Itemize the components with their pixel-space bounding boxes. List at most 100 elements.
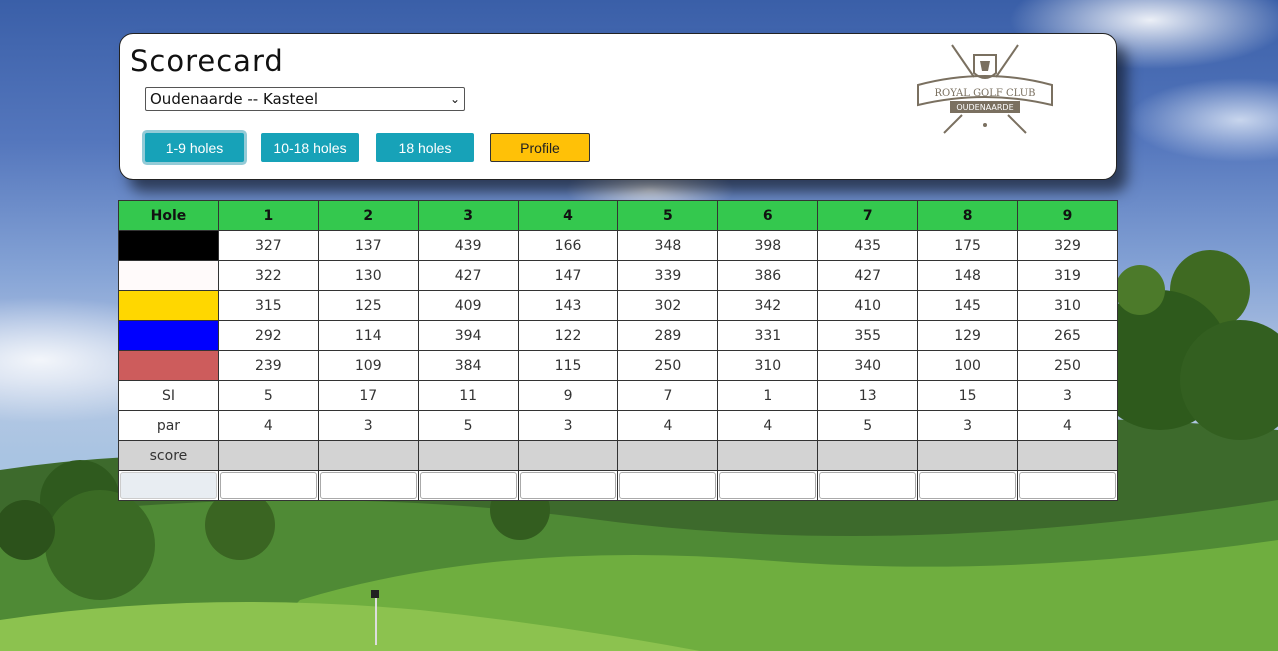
hole-score-input[interactable]	[719, 472, 817, 499]
hole-score-input[interactable]	[419, 472, 517, 499]
score-input-cell	[517, 470, 619, 501]
tee-distance-cell: 409	[417, 290, 519, 321]
tee-distance-cell: 115	[517, 350, 619, 381]
tee-distance-cell: 137	[317, 230, 419, 261]
tee-distance-cell: 410	[817, 290, 919, 321]
par-cell: 5	[817, 410, 919, 441]
hole-header-row: Hole 1 2 3 4 5 6 7 8 9	[118, 200, 1118, 231]
par-cell: 3	[917, 410, 1019, 441]
si-cell: 7	[617, 380, 719, 411]
score-input-cell	[1017, 470, 1118, 501]
si-cell: 17	[317, 380, 419, 411]
tee-distance-cell: 348	[617, 230, 719, 261]
score-cell	[917, 440, 1019, 471]
score-row: score	[118, 440, 1118, 471]
tee-distance-cell: 250	[1017, 350, 1118, 381]
score-label: score	[118, 440, 219, 471]
tee-distance-cell: 130	[317, 260, 419, 291]
tee-color-swatch	[118, 260, 219, 291]
svg-text:ROYAL GOLF CLUB: ROYAL GOLF CLUB	[934, 88, 1035, 99]
score-input-cell	[617, 470, 719, 501]
par-cell: 3	[517, 410, 619, 441]
tee-distance-cell: 439	[417, 230, 519, 261]
si-cell: 1	[717, 380, 819, 411]
tee-distance-cell: 143	[517, 290, 619, 321]
chevron-down-icon: ⌄	[449, 92, 460, 106]
hole-number: 2	[317, 200, 419, 231]
tee-distance-cell: 145	[917, 290, 1019, 321]
par-cell: 3	[317, 410, 419, 441]
tee-row: 322 130 427 147 339 386 427 148 319	[118, 260, 1118, 291]
score-input-cell	[917, 470, 1019, 501]
hole-number: 8	[917, 200, 1019, 231]
si-cell: 3	[1017, 380, 1118, 411]
page-title: Scorecard	[130, 44, 284, 78]
hole-number: 6	[717, 200, 819, 231]
tee-distance-cell: 384	[417, 350, 519, 381]
score-cell	[717, 440, 819, 471]
score-input-cell	[417, 470, 519, 501]
hole-score-input[interactable]	[319, 472, 417, 499]
par-cell: 4	[717, 410, 819, 441]
score-cell	[217, 440, 319, 471]
par-cell: 4	[617, 410, 719, 441]
hole-score-input[interactable]	[819, 472, 917, 499]
back-nine-button[interactable]: 10-18 holes	[261, 133, 359, 162]
tee-distance-cell: 331	[717, 320, 819, 351]
scorecard-table: Hole 1 2 3 4 5 6 7 8 9 327 137 439 166 348 39…	[118, 200, 1118, 501]
tee-distance-cell: 355	[817, 320, 919, 351]
par-row: par 4 3 5 3 4 4 5 3 4	[118, 410, 1118, 441]
hole-score-input[interactable]	[919, 472, 1017, 499]
score-input-label-cell	[118, 470, 219, 501]
si-row: SI 5 17 11 9 7 1 13 15 3	[118, 380, 1118, 411]
hole-number: 9	[1017, 200, 1118, 231]
club-logo: ROYAL GOLF CLUB OUDENAARDE	[917, 44, 1053, 134]
tee-row: 327 137 439 166 348 398 435 175 329	[118, 230, 1118, 261]
hole-score-input[interactable]	[519, 472, 617, 499]
si-cell: 9	[517, 380, 619, 411]
hole-score-input[interactable]	[219, 472, 317, 499]
hole-score-input[interactable]	[1019, 472, 1116, 499]
hole-number: 7	[817, 200, 919, 231]
course-select[interactable]: Oudenaarde -- Kasteel ⌄	[145, 87, 465, 111]
tee-distance-cell: 342	[717, 290, 819, 321]
si-cell: 5	[217, 380, 319, 411]
score-cell	[617, 440, 719, 471]
score-input-cell	[217, 470, 319, 501]
si-cell: 13	[817, 380, 919, 411]
hole-number: 5	[617, 200, 719, 231]
tee-distance-cell: 292	[217, 320, 319, 351]
tee-distance-cell: 114	[317, 320, 419, 351]
hole-header-label: Hole	[118, 200, 219, 231]
course-select-value: Oudenaarde -- Kasteel	[150, 90, 319, 108]
player-name-input[interactable]	[120, 472, 217, 499]
tee-distance-cell: 250	[617, 350, 719, 381]
svg-text:OUDENAARDE: OUDENAARDE	[956, 103, 1013, 112]
si-cell: 11	[417, 380, 519, 411]
tee-distance-cell: 427	[417, 260, 519, 291]
profile-button[interactable]: Profile	[490, 133, 590, 162]
tee-distance-cell: 265	[1017, 320, 1118, 351]
si-cell: 15	[917, 380, 1019, 411]
hole-score-input[interactable]	[619, 472, 717, 499]
par-cell: 5	[417, 410, 519, 441]
score-cell	[817, 440, 919, 471]
tee-distance-cell: 329	[1017, 230, 1118, 261]
score-input-cell	[817, 470, 919, 501]
tee-distance-cell: 435	[817, 230, 919, 261]
tee-distance-cell: 125	[317, 290, 419, 321]
hole-number: 3	[417, 200, 519, 231]
score-input-cell	[317, 470, 419, 501]
score-cell	[417, 440, 519, 471]
par-cell: 4	[1017, 410, 1118, 441]
eighteen-holes-button[interactable]: 18 holes	[376, 133, 474, 162]
tee-distance-cell: 147	[517, 260, 619, 291]
hole-number: 4	[517, 200, 619, 231]
front-nine-button[interactable]: 1-9 holes	[145, 133, 244, 162]
score-input-cell	[717, 470, 819, 501]
tee-distance-cell: 302	[617, 290, 719, 321]
tee-distance-cell: 339	[617, 260, 719, 291]
tee-distance-cell: 239	[217, 350, 319, 381]
tee-color-swatch	[118, 290, 219, 321]
par-cell: 4	[217, 410, 319, 441]
